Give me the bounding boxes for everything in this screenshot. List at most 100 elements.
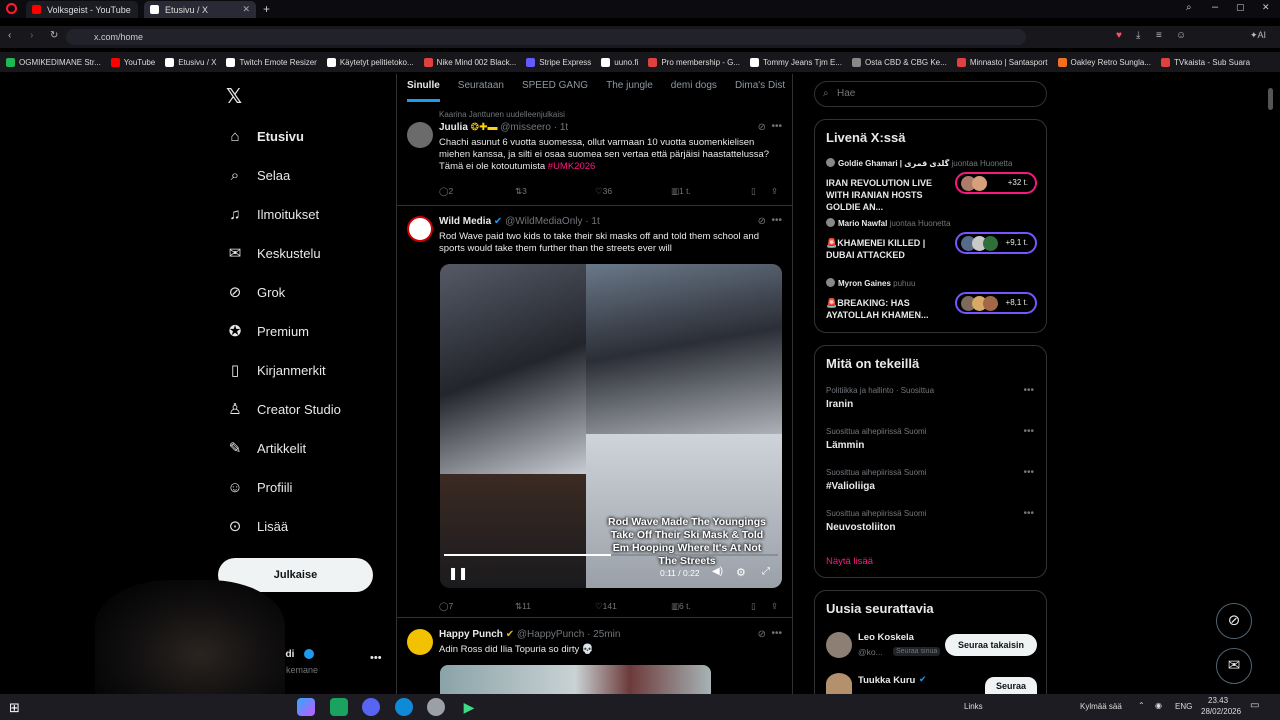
nav-item-creator-studio[interactable]: ♙ Creator Studio [226,396,341,422]
trend-name[interactable]: #Valioliiga [826,481,875,492]
more-dots-icon[interactable]: ••• [771,215,782,226]
forward-icon[interactable]: › [30,30,33,41]
nav-item-kirjanmerkit[interactable]: ▯ Kirjanmerkit [226,357,326,383]
bookmark-item[interactable]: TVkaista - Sub Suara [1160,57,1250,67]
tweet[interactable]: Kaarina Janttunen uudelleenjulkaisi Juul… [397,110,792,206]
timeline-tab[interactable]: Dima's Dist [735,80,785,106]
timeline-tab[interactable]: The jungle [606,80,653,106]
fullscreen-icon[interactable]: ⤢ [762,566,770,577]
trend-name[interactable]: Iranin [826,399,853,410]
bookmark-item[interactable]: YouTube [110,57,155,67]
avatar[interactable] [407,122,433,148]
more-dots-icon[interactable]: ••• [771,121,782,132]
grok-icon[interactable]: ⊘ [758,629,766,640]
video-player[interactable]: Rod Wave Made The Youngings Take Off The… [440,264,782,588]
network-icon[interactable]: ◉ [1155,701,1162,710]
bookmark-item[interactable]: OGMIKEDIMANE Str... [6,57,101,67]
timeline-tab[interactable]: Seurataan [458,80,504,106]
grok-float-icon[interactable]: ⊘ [1216,603,1252,639]
bookmark-item[interactable]: Minnasto | Santasport [956,57,1048,67]
clock-date[interactable]: 28/02/2026 [1201,707,1241,716]
live-host[interactable]: Goldie Ghamari | گلدی قمری juontaa Huone… [826,158,1012,168]
menu-icon[interactable]: ≡ [1156,30,1162,41]
bookmark-icon[interactable]: ▯ [751,601,756,612]
live-listeners-pill[interactable]: +9,1 t. [955,232,1037,254]
grok-icon[interactable]: ⊘ [758,216,766,227]
reload-icon[interactable]: ↻ [50,30,58,41]
opera-logo-icon[interactable] [6,3,17,14]
bookmark-item[interactable]: Oakley Retro Sungla... [1057,57,1151,67]
timeline-tab[interactable]: Sinulle [407,80,440,102]
nav-item-premium[interactable]: ✪ Premium [226,318,309,344]
author-handle[interactable]: @WildMediaOnly [505,216,582,227]
live-room-title[interactable]: 🚨BREAKING: HAS AYATOLLAH KHAMEN... [826,297,956,321]
app-icon-play[interactable]: ▶ [460,698,478,716]
live-host[interactable]: Mario Nawfal juontaa Huonetta [826,218,951,228]
avatar[interactable] [407,216,433,242]
edge-icon[interactable] [395,698,413,716]
weather-widget[interactable]: Kylmää sää [1080,702,1122,711]
reply-button[interactable]: ◯ 2 [439,186,453,197]
pause-icon[interactable]: ❚❚ [448,566,468,580]
follow-button[interactable]: Seuraa [985,677,1037,695]
back-icon[interactable]: ‹ [8,30,11,41]
more-dots-icon[interactable]: ••• [370,652,382,664]
grok-icon[interactable]: ⊘ [758,122,766,133]
url-field[interactable]: x.com/home [66,29,1026,45]
minimize-icon[interactable]: – [1212,1,1218,13]
tweet-media[interactable] [440,665,711,694]
bookmark-item[interactable]: Osta CBD & CBG Ke... [852,57,947,67]
volume-icon[interactable]: ◀) [712,566,723,577]
bookmark-item[interactable]: Pro membership - G... [648,57,740,67]
views-button[interactable]: ▥ 1 t. [671,186,691,197]
tray-chevron-icon[interactable]: ⌃ [1138,701,1145,710]
share-icon[interactable]: ⇪ [771,601,778,612]
profile-icon[interactable]: ☺ [1176,30,1186,41]
bookmark-item[interactable]: Käytetyt pelitietoko... [326,57,414,67]
reply-button[interactable]: ◯ 7 [439,601,453,612]
author-handle[interactable]: @HappyPunch [517,629,584,640]
more-dots-icon[interactable]: ••• [771,628,782,639]
follow-name[interactable]: Leo Koskela [858,632,914,643]
live-host[interactable]: Myron Gaines puhuu [826,278,915,288]
more-dots-icon[interactable]: ••• [1023,385,1034,396]
new-tab-button[interactable]: + [263,2,270,16]
page-scrollbar[interactable] [1268,88,1273,110]
avatar[interactable] [826,673,852,695]
download-icon[interactable]: ⤓ [1136,30,1140,41]
tweet[interactable]: Wild Media ✔ @WildMediaOnly · 1t ⊘ ••• R… [397,207,792,618]
links-toolbar[interactable]: Links [964,702,983,711]
app-icon-green[interactable] [330,698,348,716]
nav-item-selaa[interactable]: ⌕ Selaa [226,162,290,188]
timeline-tab[interactable]: demi dogs [671,80,717,106]
share-icon[interactable]: ⇪ [771,186,778,197]
timeline-tab[interactable]: SPEED GANG [522,80,588,106]
notifications-icon[interactable]: ▭ [1250,700,1259,711]
author-name[interactable]: Wild Media [439,216,491,227]
clock-time[interactable]: 23.43 [1208,696,1228,705]
discord-icon[interactable] [362,698,380,716]
like-button[interactable]: ♡ 141 [595,601,617,612]
nav-item-etusivu[interactable]: ⌂ Etusivu [226,123,304,149]
live-listeners-pill[interactable]: +32 t. [955,172,1037,194]
nav-item-artikkelit[interactable]: ✎ Artikkelit [226,435,306,461]
bookmark-icon[interactable]: ▯ [751,186,756,197]
more-dots-icon[interactable]: ••• [1023,467,1034,478]
follow-row[interactable]: Leo Koskela @ko... Seuraa sinua Seuraa t… [815,629,1048,663]
ai-button[interactable]: ✦AI [1250,30,1266,41]
nav-item-ilmoitukset[interactable]: ♫ Ilmoitukset [226,201,319,227]
more-dots-icon[interactable]: ••• [1023,508,1034,519]
hashtag-link[interactable]: #UMK2026 [548,161,596,172]
messages-float-icon[interactable]: ✉ [1216,648,1252,684]
repost-button[interactable]: ⇅ 3 [515,186,527,197]
app-icon-copilot[interactable] [297,698,315,716]
show-more-link[interactable]: Näytä lisää [826,556,873,567]
avatar[interactable] [826,632,852,658]
avatar[interactable] [407,629,433,655]
trend-name[interactable]: Neuvostoliiton [826,522,895,533]
tab-youtube[interactable]: Volksgeist - YouTube [26,1,138,18]
bookmark-item[interactable]: Nike Mind 002 Black... [423,57,516,67]
heart-icon[interactable]: ♥ [1116,30,1122,41]
search-input[interactable]: ⌕ Hae [814,81,1047,107]
nav-item-lisää[interactable]: ⊙ Lisää [226,513,288,539]
